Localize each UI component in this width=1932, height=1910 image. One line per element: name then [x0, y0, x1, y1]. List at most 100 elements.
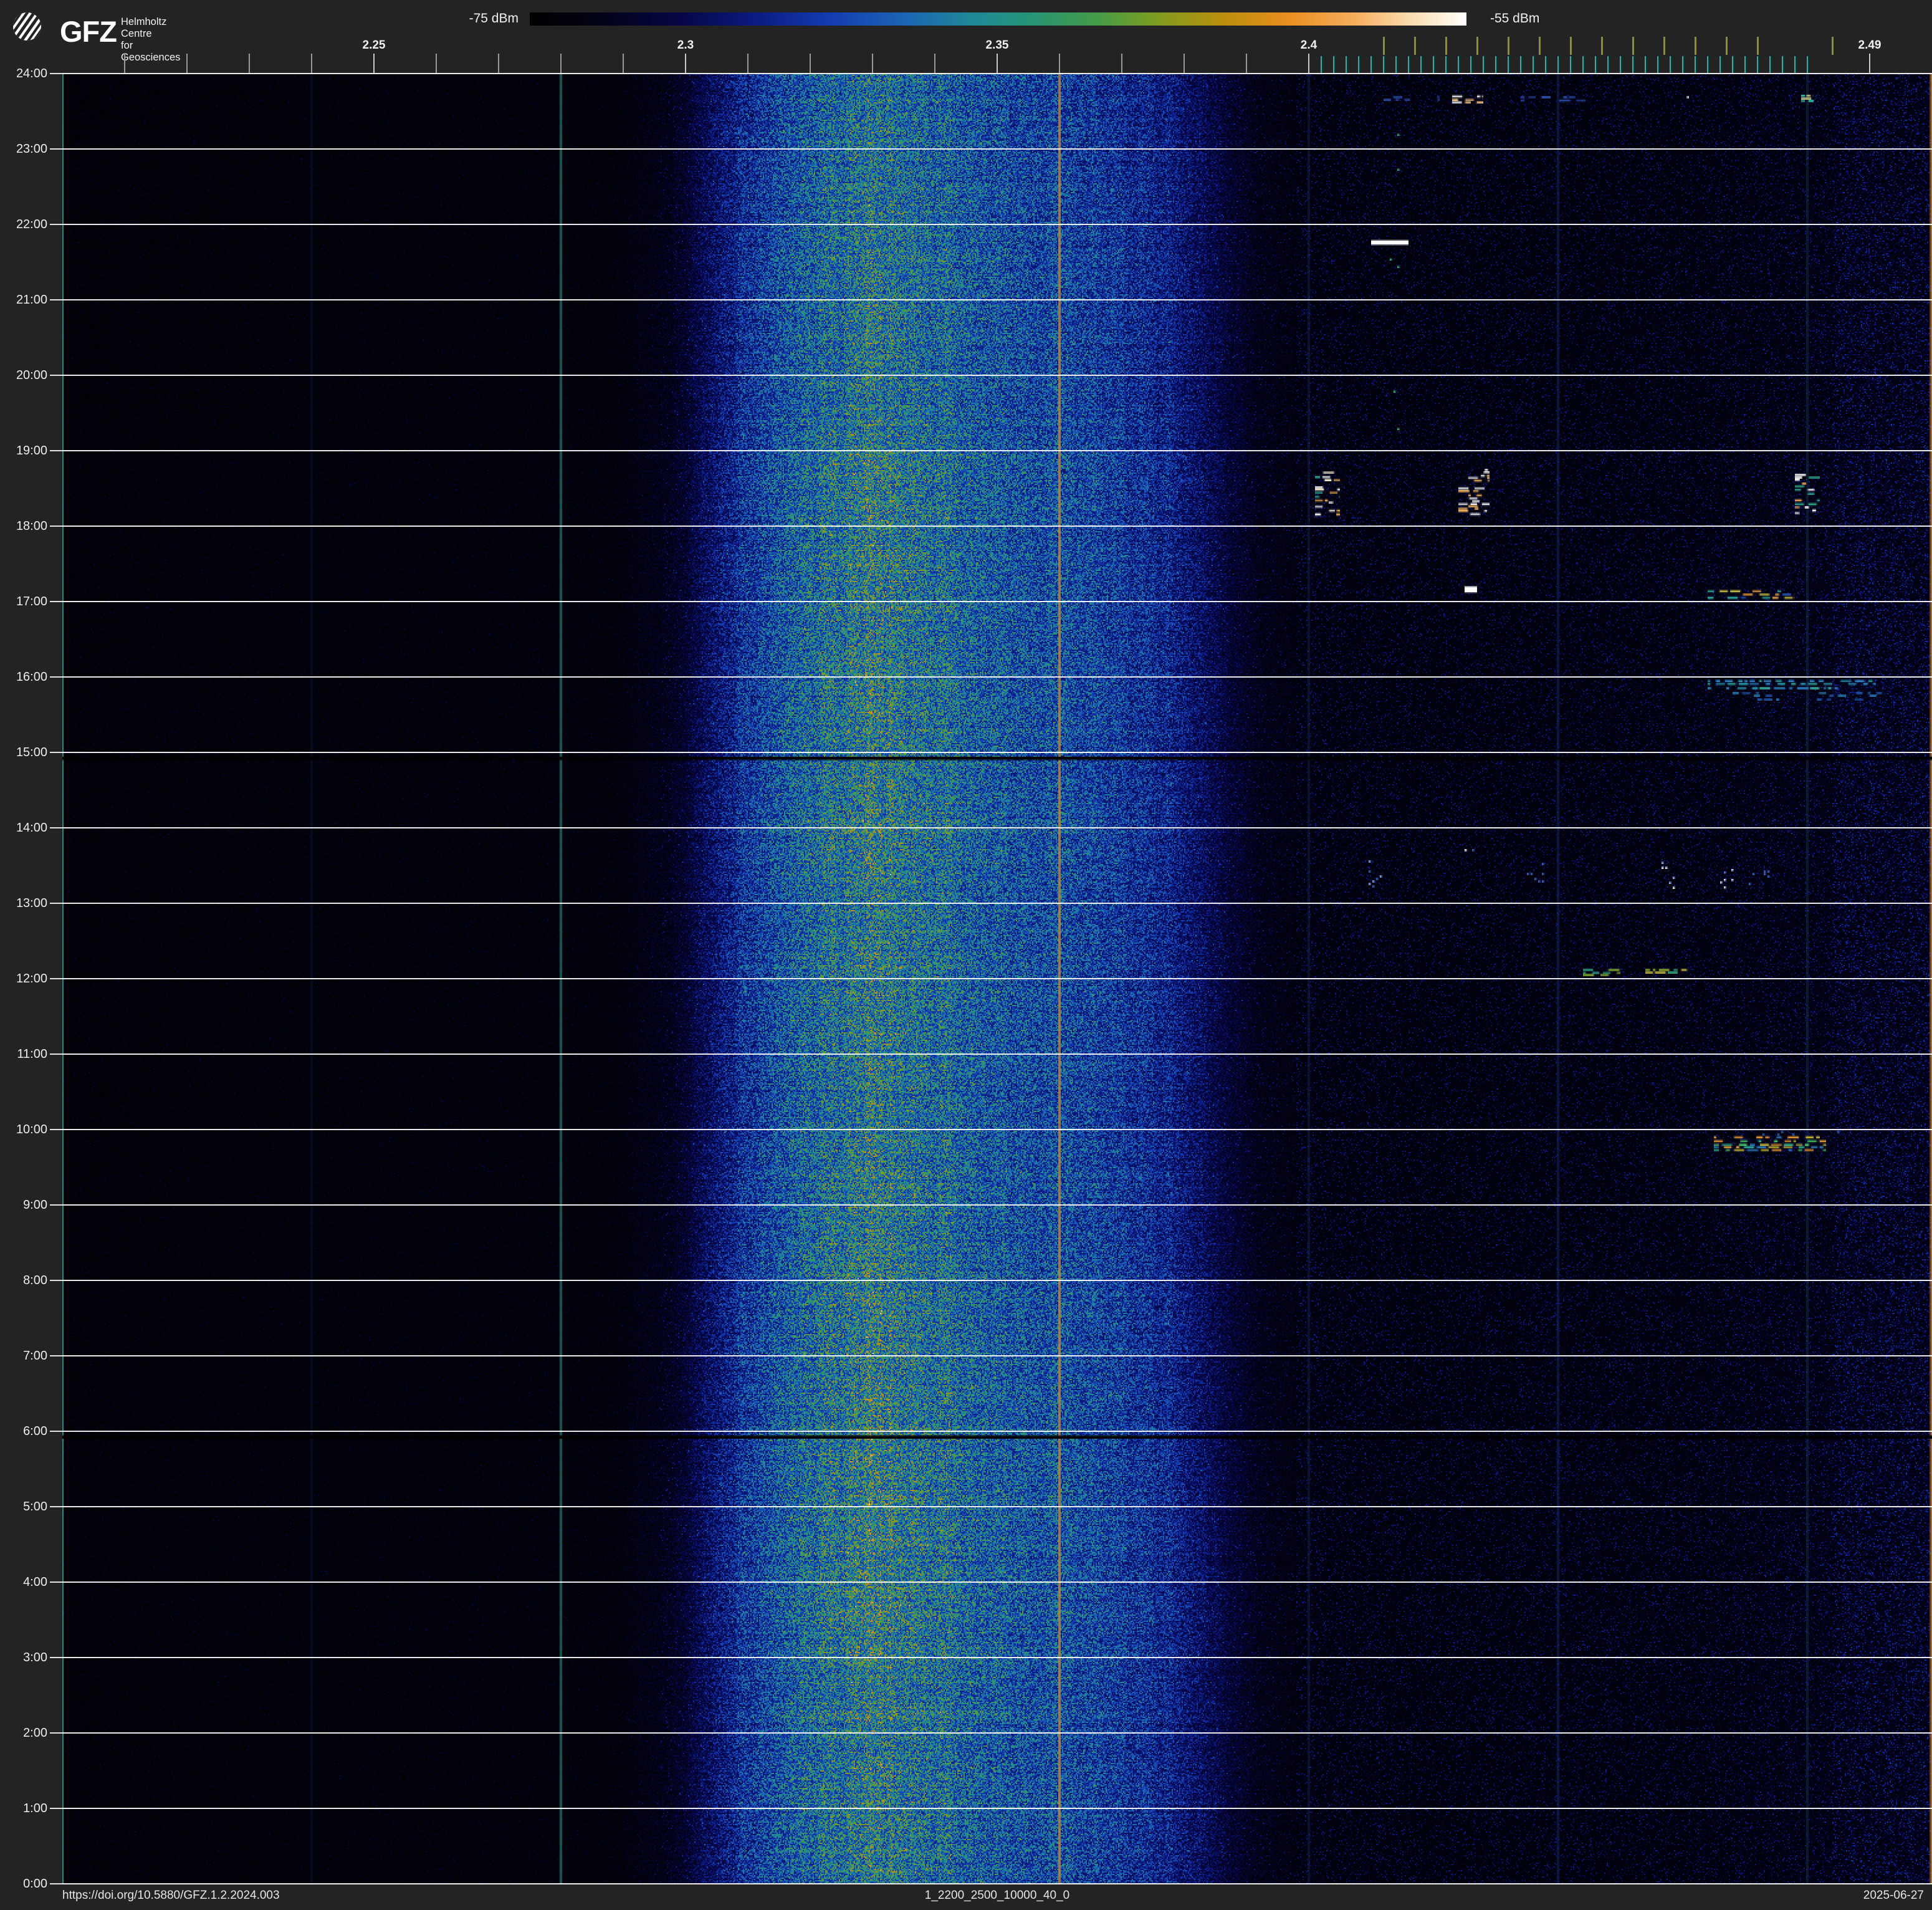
hour-gridline [62, 148, 1932, 150]
hour-tick [50, 676, 62, 678]
hour-tick [50, 752, 62, 753]
freq-label: 2.49 [1858, 39, 1882, 52]
freq-minor-tick [498, 54, 499, 73]
ble-channel-tick [1321, 56, 1322, 73]
hour-gridline [62, 752, 1932, 753]
hour-gridline [62, 375, 1932, 376]
ble-channel-tick [1483, 56, 1484, 73]
hour-gridline [62, 1808, 1932, 1809]
spectrogram-plot [62, 73, 1932, 1884]
freq-label: 2.4 [1300, 39, 1317, 52]
ble-channel-tick [1769, 56, 1771, 73]
time-label: 22:00 [16, 218, 47, 231]
hour-gridline [62, 525, 1932, 527]
hour-gridline [62, 299, 1932, 300]
ble-channel-tick [1595, 56, 1596, 73]
hour-gridline [62, 73, 1932, 74]
time-label: 5:00 [23, 1500, 47, 1514]
time-label: 8:00 [23, 1274, 47, 1287]
wifi-channel-tick [1601, 37, 1603, 55]
freq-minor-tick [623, 54, 624, 73]
logo-subtitle-line2: for Geosciences [121, 40, 181, 63]
wifi-channel-tick [1695, 37, 1696, 55]
time-label: 9:00 [23, 1198, 47, 1212]
time-label: 0:00 [23, 1877, 47, 1891]
wifi-channel-tick [1476, 37, 1478, 55]
time-label: 13:00 [16, 896, 47, 910]
wifi-channel-tick [1383, 37, 1385, 55]
wifi-channel-tick [1414, 37, 1416, 55]
footer-date: 2025-06-27 [1863, 1889, 1924, 1902]
hour-gridline [62, 978, 1932, 979]
hour-gridline [62, 1657, 1932, 1658]
ble-channel-tick [1495, 56, 1496, 73]
hour-tick [50, 73, 62, 74]
hour-tick [50, 148, 62, 150]
time-label: 17:00 [16, 595, 47, 608]
ble-channel-tick [1533, 56, 1534, 73]
freq-minor-tick [436, 54, 437, 73]
ble-channel-tick [1794, 56, 1796, 73]
freq-minor-tick [934, 54, 935, 73]
freq-minor-tick [747, 54, 748, 73]
freq-minor-tick [1059, 54, 1060, 73]
hour-gridline [62, 1129, 1932, 1130]
freq-minor-tick [1246, 54, 1247, 73]
ble-channel-tick [1620, 56, 1621, 73]
time-label: 1:00 [23, 1802, 47, 1815]
freq-minor-tick [1184, 54, 1185, 73]
hour-gridline [62, 827, 1932, 828]
ble-channel-tick [1719, 56, 1721, 73]
time-label: 10:00 [16, 1123, 47, 1136]
freq-minor-tick [124, 54, 125, 73]
footer-doi-link[interactable]: https://doi.org/10.5880/GFZ.1.2.2024.003 [62, 1889, 280, 1903]
ble-channel-tick [1545, 56, 1546, 73]
hour-gridline [62, 676, 1932, 678]
hour-tick [50, 827, 62, 828]
page: GFZ Helmholtz Centre for Geosciences -75… [0, 0, 1932, 1910]
hour-gridline [62, 1732, 1932, 1734]
hour-tick [50, 1883, 62, 1884]
wifi-channel-tick [1445, 37, 1447, 55]
freq-minor-tick [249, 54, 250, 73]
ble-channel-tick [1520, 56, 1521, 73]
gfz-globe-icon [13, 12, 41, 41]
wifi-channel-tick [1663, 37, 1665, 55]
ble-channel-tick [1333, 56, 1334, 73]
colorbar-max-label: -55 dBm [1490, 11, 1540, 26]
ble-channel-tick [1508, 56, 1509, 73]
wifi-channel-tick [1570, 37, 1572, 55]
time-label: 18:00 [16, 519, 47, 533]
wifi-channel-tick [1726, 37, 1728, 55]
freq-major-tick [997, 54, 998, 73]
ble-channel-tick [1757, 56, 1758, 73]
hour-tick [50, 1053, 62, 1055]
freq-label: 2.35 [985, 39, 1009, 52]
ble-channel-tick [1470, 56, 1471, 73]
ble-channel-tick [1807, 56, 1808, 73]
wifi-channel-tick [1539, 37, 1541, 55]
hour-tick [50, 1431, 62, 1432]
ble-channel-tick [1370, 56, 1372, 73]
hour-gridline [62, 1355, 1932, 1356]
wifi-channel-tick [1832, 37, 1834, 55]
hour-gridline [62, 1053, 1932, 1055]
ble-channel-tick [1346, 56, 1347, 73]
freq-minor-tick [560, 54, 562, 73]
freq-label: 2.3 [677, 39, 694, 52]
ble-channel-tick [1408, 56, 1409, 73]
hour-tick [50, 1657, 62, 1658]
hour-gridline [62, 1204, 1932, 1206]
logo-brand-text: GFZ [60, 15, 117, 48]
footer-dataset-id: 1_2200_2500_10000_40_0 [924, 1889, 1070, 1902]
ble-channel-tick [1632, 56, 1633, 73]
freq-major-tick [1308, 54, 1309, 73]
ble-channel-tick [1682, 56, 1683, 73]
ble-channel-tick [1458, 56, 1459, 73]
wifi-channel-tick [1508, 37, 1509, 55]
freq-major-tick [685, 54, 686, 73]
ble-channel-tick [1358, 56, 1359, 73]
hour-gridline [62, 1581, 1932, 1583]
time-label: 23:00 [16, 142, 47, 156]
ble-channel-tick [1383, 56, 1384, 73]
